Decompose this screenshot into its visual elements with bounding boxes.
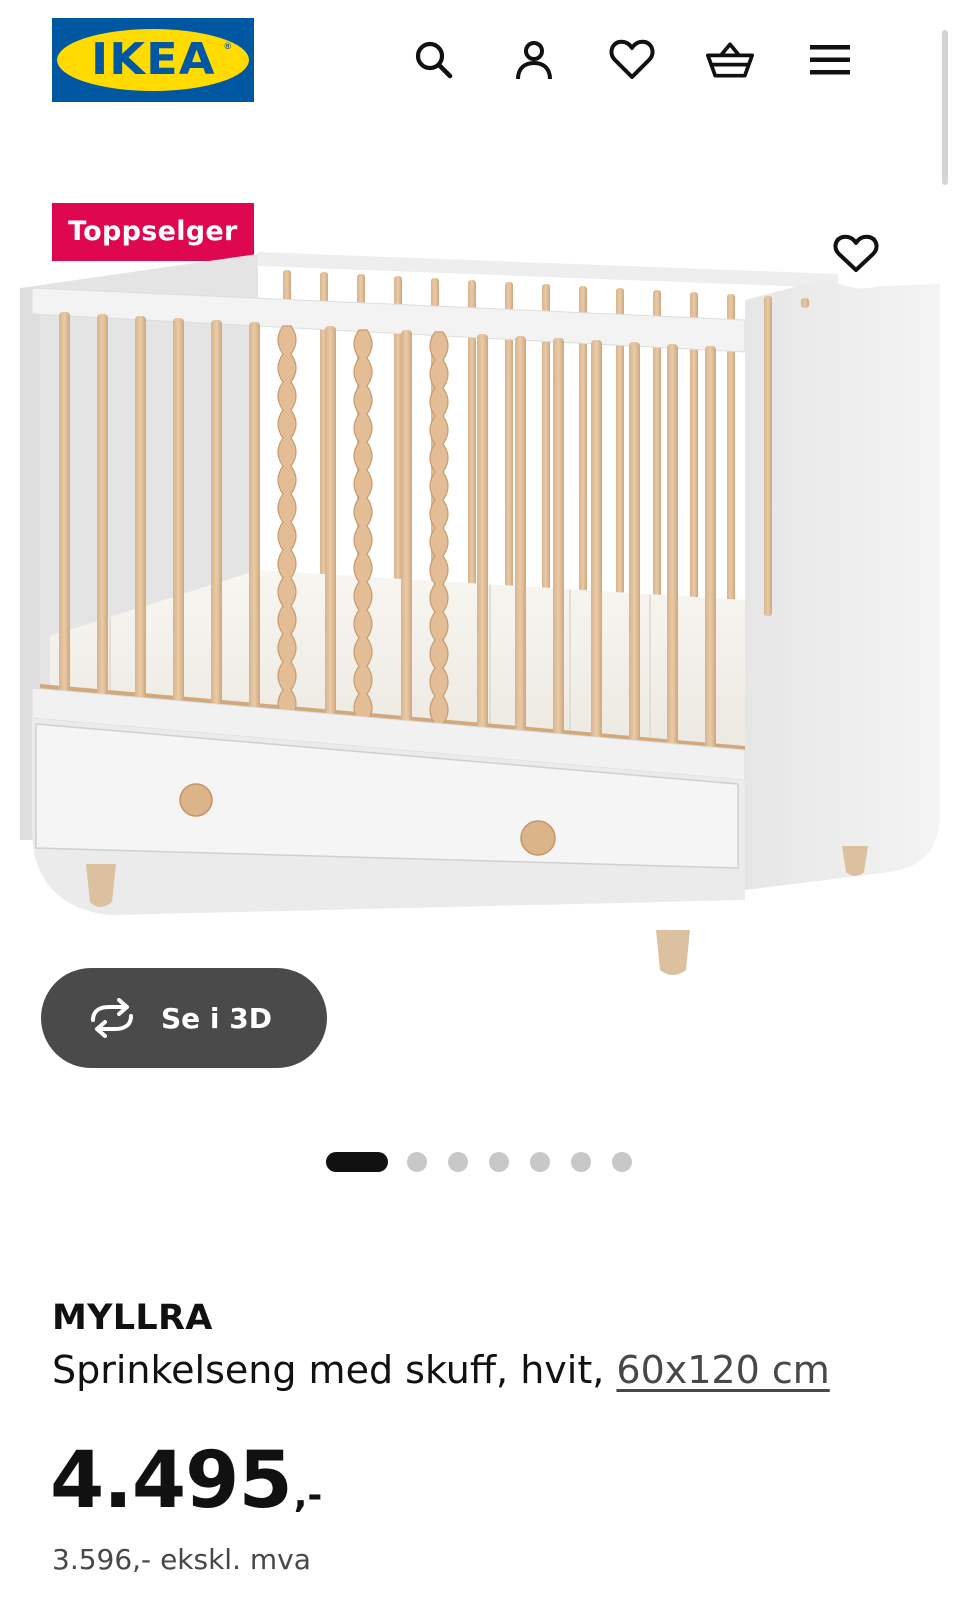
carousel-dot-3[interactable] — [448, 1152, 468, 1172]
product-size-link[interactable]: 60x120 cm — [616, 1348, 829, 1392]
price-amount: 4.495 — [50, 1436, 293, 1526]
carousel-dot-1[interactable] — [326, 1152, 388, 1172]
basket-icon[interactable] — [706, 36, 754, 84]
product-description: Sprinkelseng med skuff, hvit, 60x120 cm — [52, 1348, 830, 1392]
carousel-dot-5[interactable] — [530, 1152, 550, 1172]
menu-icon[interactable] — [806, 36, 854, 84]
logo-text: IKEA — [90, 34, 216, 85]
image-carousel-indicator — [0, 1150, 960, 1174]
price-suffix: ,- — [293, 1475, 323, 1516]
product-name: MYLLRA — [52, 1298, 213, 1338]
carousel-dot-7[interactable] — [612, 1152, 632, 1172]
carousel-dot-6[interactable] — [571, 1152, 591, 1172]
site-header: IKEA ® — [0, 0, 960, 120]
favourites-icon[interactable] — [608, 36, 656, 84]
ikea-logo[interactable]: IKEA ® — [52, 18, 254, 102]
product-price: 4.495,- — [50, 1436, 322, 1526]
logo-registered-mark: ® — [224, 41, 231, 51]
product-type-text: Sprinkelseng med skuff, hvit, — [52, 1348, 617, 1392]
view-in-3d-button[interactable]: Se i 3D — [41, 968, 327, 1068]
search-icon[interactable] — [410, 36, 458, 84]
logo-oval: IKEA ® — [57, 29, 249, 91]
view-in-3d-label: Se i 3D — [161, 1001, 272, 1035]
carousel-dot-2[interactable] — [407, 1152, 427, 1172]
account-icon[interactable] — [510, 36, 558, 84]
carousel-dot-4[interactable] — [489, 1152, 509, 1172]
price-excluding-vat: 3.596,- ekskl. mva — [52, 1543, 311, 1576]
rotate-3d-icon — [85, 998, 139, 1038]
page-scrollbar[interactable] — [942, 30, 948, 185]
product-image-crib[interactable] — [0, 240, 960, 1020]
